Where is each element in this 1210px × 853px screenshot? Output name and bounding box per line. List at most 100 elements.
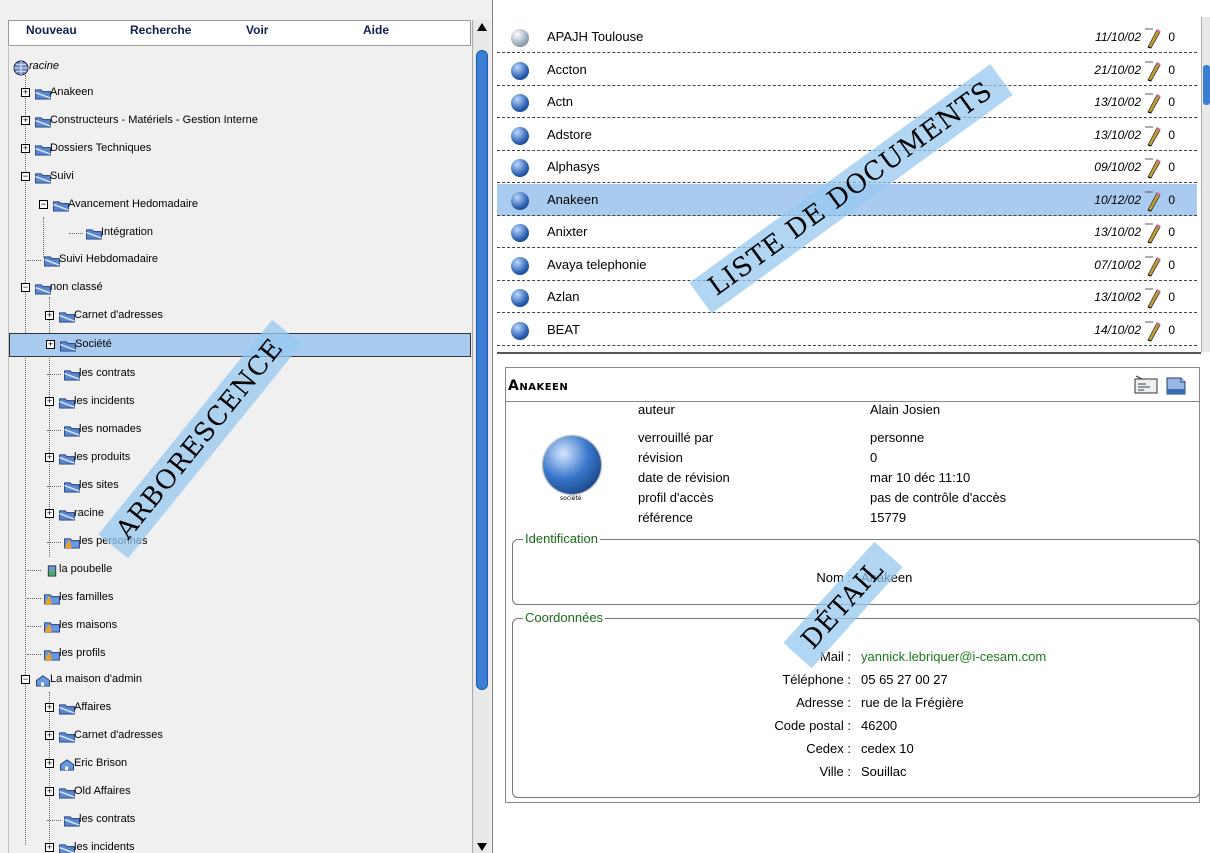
document-name: Accton: [547, 61, 587, 77]
expand-icon[interactable]: +: [45, 311, 54, 320]
menu-recherche[interactable]: Recherche: [130, 23, 191, 37]
tree-guide: [27, 598, 41, 599]
collapse-icon[interactable]: −: [21, 283, 30, 292]
edit-card-icon[interactable]: [1134, 374, 1158, 396]
globe-icon: [511, 289, 529, 307]
pencil-icon[interactable]: [1143, 157, 1163, 179]
tree-item[interactable]: − Avancement Hedomadaire: [9, 194, 471, 218]
pencil-icon[interactable]: [1143, 255, 1163, 277]
nom-label: Nom :: [816, 570, 851, 585]
tree-item[interactable]: + les produits: [9, 447, 471, 471]
collapse-icon[interactable]: −: [21, 172, 30, 181]
document-row[interactable]: Avaya telephonie 07/10/02 0: [497, 249, 1197, 281]
tree-label: les nomades: [79, 423, 142, 435]
scroll-thumb[interactable]: [476, 50, 488, 690]
tree-item[interactable]: − Suivi: [9, 166, 471, 190]
tree-item[interactable]: les profils: [9, 643, 471, 667]
expand-icon[interactable]: +: [45, 731, 54, 740]
tree-item[interactable]: + Old Affaires: [9, 781, 471, 805]
tree-item[interactable]: les familles: [9, 587, 471, 611]
mail-link[interactable]: yannick.lebriquer@i-cesam.com: [861, 649, 1046, 664]
document-name: Alphasys: [547, 159, 600, 174]
tree-label: Suivi Hebdomadaire: [59, 253, 159, 265]
expand-icon[interactable]: +: [45, 703, 54, 712]
menu-voir[interactable]: Voir: [246, 23, 268, 37]
print-icon[interactable]: [1164, 374, 1188, 396]
tree-item[interactable]: + racine: [9, 503, 471, 527]
meta-value: 0: [870, 450, 878, 465]
menu-nouveau[interactable]: Nouveau: [26, 23, 77, 37]
collapse-icon[interactable]: −: [39, 200, 48, 209]
document-row[interactable]: BEAT 14/10/02 0: [497, 314, 1197, 346]
coordonnees-box: Coordonnées Mail : yannick.lebriquer@i-ce…: [512, 610, 1200, 798]
scroll-down-icon[interactable]: [476, 842, 488, 852]
expand-icon[interactable]: +: [45, 759, 54, 768]
tree-item[interactable]: + Eric Brison: [9, 753, 471, 777]
tree-item[interactable]: + Constructeurs - Matériels - Gestion Int…: [9, 110, 471, 134]
pencil-icon[interactable]: [1143, 222, 1163, 244]
pencil-icon[interactable]: [1143, 92, 1163, 114]
pencil-icon[interactable]: [1143, 190, 1163, 212]
pencil-icon[interactable]: [1143, 27, 1163, 49]
tree-label: La maison d'admin: [50, 673, 142, 685]
tree-item[interactable]: + Société: [9, 333, 471, 357]
tree-item[interactable]: − La maison d'admin: [9, 669, 471, 693]
expand-icon[interactable]: +: [21, 88, 30, 97]
document-row[interactable]: Actn 13/10/02 0: [497, 86, 1197, 118]
tree-root[interactable]: racine: [9, 56, 471, 80]
pencil-icon[interactable]: [1143, 125, 1163, 147]
scroll-up-icon[interactable]: [476, 22, 488, 32]
tree-label: Dossiers Techniques: [50, 142, 152, 154]
menu-aide[interactable]: Aide: [363, 23, 389, 37]
tree-item[interactable]: la poubelle: [9, 559, 471, 583]
list-scrollbar[interactable]: [1201, 17, 1210, 352]
tree-item[interactable]: + Carnet d'adresses: [9, 725, 471, 749]
detail-header: Anakeen: [506, 368, 1199, 402]
tree-item[interactable]: Suivi Hebdomadaire: [9, 249, 471, 273]
tree-item[interactable]: Intégration: [9, 222, 471, 246]
document-row[interactable]: APAJH Toulouse 11/10/02 0: [497, 21, 1197, 53]
tree-item[interactable]: les contrats: [9, 809, 471, 833]
expand-icon[interactable]: +: [45, 843, 54, 852]
tree-item[interactable]: + Anakeen: [9, 82, 471, 106]
tree-label: racine: [74, 507, 104, 519]
tree-label: la poubelle: [59, 563, 113, 575]
scroll-thumb[interactable]: [1203, 65, 1210, 105]
expand-icon[interactable]: +: [45, 453, 54, 462]
document-row[interactable]: Accton 21/10/02 0: [497, 54, 1197, 86]
expand-icon[interactable]: +: [45, 397, 54, 406]
expand-icon[interactable]: +: [46, 340, 55, 349]
meta-label: révision: [638, 450, 683, 465]
tree-label: Intégration: [101, 226, 153, 238]
tree-item[interactable]: + Carnet d'adresses: [9, 305, 471, 329]
tree-item[interactable]: les personnes: [9, 531, 471, 555]
document-row[interactable]: Azlan 13/10/02 0: [497, 281, 1197, 313]
coord-label: Téléphone :: [782, 672, 851, 687]
meta-value: 15779: [870, 510, 907, 525]
collapse-icon[interactable]: −: [21, 675, 30, 684]
document-date: 07/10/02: [1094, 257, 1141, 272]
pencil-icon[interactable]: [1143, 320, 1163, 342]
tree-item[interactable]: les nomades: [9, 419, 471, 443]
pencil-icon[interactable]: [1143, 287, 1163, 309]
expand-icon[interactable]: +: [45, 509, 54, 518]
expand-icon[interactable]: +: [45, 787, 54, 796]
tree-label: Avancement Hedomadaire: [68, 198, 199, 210]
tree-item[interactable]: les sites: [9, 475, 471, 499]
pencil-icon[interactable]: [1143, 60, 1163, 82]
tree-item[interactable]: + Affaires: [9, 697, 471, 721]
expand-icon[interactable]: +: [21, 116, 30, 125]
document-count: 0: [1168, 290, 1175, 304]
tree-item[interactable]: les maisons: [9, 615, 471, 639]
tree-item[interactable]: + Dossiers Techniques: [9, 138, 471, 162]
document-name: Adstore: [547, 126, 592, 142]
tree-item[interactable]: − non classé: [9, 277, 471, 301]
tree-label: racine: [29, 60, 59, 72]
tree-item[interactable]: + les incidents: [9, 837, 471, 853]
tree-label: Affaires: [74, 701, 112, 713]
document-row[interactable]: Anixter 13/10/02 0: [497, 216, 1197, 248]
meta-label: auteur: [638, 402, 675, 417]
document-row[interactable]: Adstore 13/10/02 0: [497, 119, 1197, 151]
tree-scrollbar[interactable]: [472, 20, 490, 853]
expand-icon[interactable]: +: [21, 144, 30, 153]
